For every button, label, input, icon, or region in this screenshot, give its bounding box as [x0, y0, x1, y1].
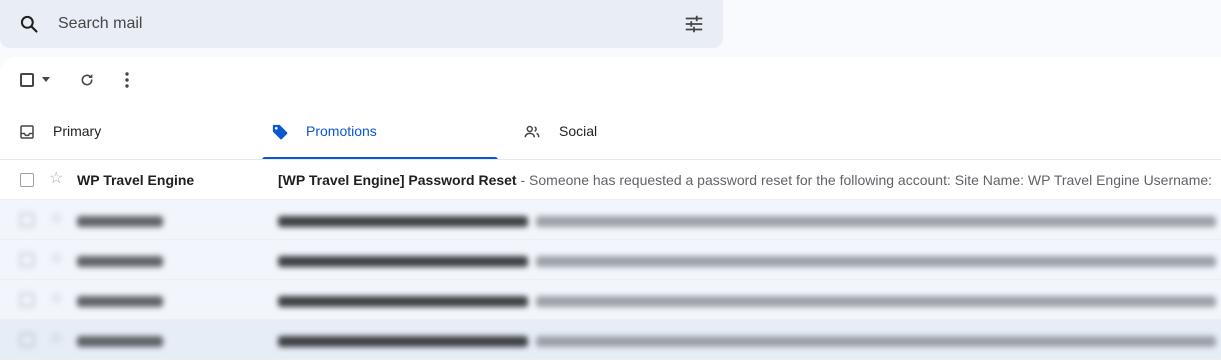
row-checkbox[interactable]: [20, 333, 34, 347]
email-subject-line: [278, 332, 1216, 348]
more-vert-icon[interactable]: [119, 71, 135, 89]
row-checkbox[interactable]: [20, 213, 34, 227]
email-sender: [77, 332, 267, 348]
email-row[interactable]: ☆: [0, 280, 1221, 320]
tab-social[interactable]: Social: [498, 115, 738, 160]
email-sender: [77, 252, 267, 268]
search-bar[interactable]: [0, 0, 723, 48]
email-sender: [77, 292, 267, 308]
filter-icon[interactable]: [683, 13, 705, 35]
star-icon[interactable]: ☆: [49, 171, 63, 187]
inbox-icon: [20, 125, 34, 139]
email-row[interactable]: ☆: [0, 320, 1221, 360]
search-input[interactable]: [58, 12, 638, 36]
tab-primary[interactable]: Primary: [0, 115, 262, 160]
row-checkbox[interactable]: [20, 253, 34, 267]
email-sender: [77, 212, 267, 228]
star-icon[interactable]: ☆: [49, 331, 63, 347]
tab-label: Promotions: [306, 123, 377, 139]
tab-promotions[interactable]: Promotions: [262, 115, 498, 160]
row-checkbox[interactable]: [20, 293, 34, 307]
search-icon[interactable]: [19, 14, 39, 34]
mail-list-panel: Primary Promotions Social ☆ WP Travel En…: [0, 57, 1221, 364]
tab-label: Primary: [53, 123, 102, 139]
star-icon[interactable]: ☆: [49, 211, 63, 227]
tag-icon: [272, 124, 288, 140]
star-icon[interactable]: ☆: [49, 291, 63, 307]
email-row[interactable]: ☆: [0, 200, 1221, 240]
tab-label: Social: [559, 123, 598, 139]
select-all-checkbox[interactable]: [20, 73, 34, 87]
caret-down-icon[interactable]: [42, 77, 50, 82]
star-icon[interactable]: ☆: [49, 251, 63, 267]
row-checkbox[interactable]: [20, 173, 34, 187]
email-subject-line: [278, 252, 1216, 268]
refresh-icon[interactable]: [79, 72, 95, 88]
email-snippet: - Someone has requested a password reset…: [516, 172, 1213, 188]
people-icon: [524, 125, 540, 138]
email-subject-line: [278, 292, 1216, 308]
email-subject-line: [WP Travel Engine] Password Reset - Some…: [278, 172, 1212, 188]
email-sender: WP Travel Engine: [77, 172, 195, 188]
email-subject: [WP Travel Engine] Password Reset: [278, 172, 517, 188]
email-row[interactable]: ☆: [0, 240, 1221, 280]
email-subject-line: [278, 212, 1216, 228]
email-row[interactable]: ☆ WP Travel Engine [WP Travel Engine] Pa…: [0, 160, 1221, 200]
